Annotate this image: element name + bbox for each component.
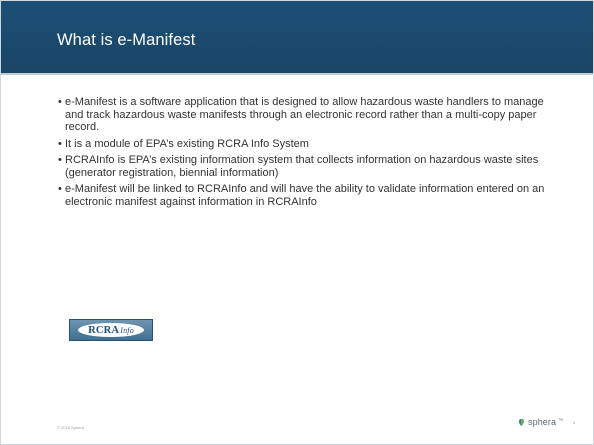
bullet-list: e-Manifest is a software application tha… <box>58 96 548 212</box>
bullet-item: e-Manifest will be linked to RCRAInfo an… <box>58 183 548 208</box>
bullet-item: It is a module of EPA’s existing RCRA In… <box>58 138 548 151</box>
bullet-item: RCRAInfo is EPA’s existing information s… <box>58 154 548 179</box>
header-divider <box>1 73 593 75</box>
rcrainfo-logo-main: RCRA <box>88 324 120 336</box>
footer-copyright: © 2016 Sphera <box>57 425 84 430</box>
page-number: 3 <box>573 420 576 425</box>
rcrainfo-logo-badge: RCRA Info <box>78 323 144 337</box>
slide: What is e-Manifest e-Manifest is a softw… <box>0 0 594 445</box>
sphera-wordmark: sphera <box>528 417 557 427</box>
rcrainfo-logo-sub: Info <box>120 325 134 335</box>
slide-title: What is e-Manifest <box>57 31 196 49</box>
trademark-mark: ™ <box>558 418 564 424</box>
bullet-item: e-Manifest is a software application tha… <box>58 96 548 134</box>
sphera-leaf-icon <box>518 418 525 426</box>
slide-header: What is e-Manifest <box>1 1 593 73</box>
sphera-logo: sphera ™ <box>517 417 563 427</box>
rcrainfo-logo: RCRA Info <box>69 319 153 341</box>
